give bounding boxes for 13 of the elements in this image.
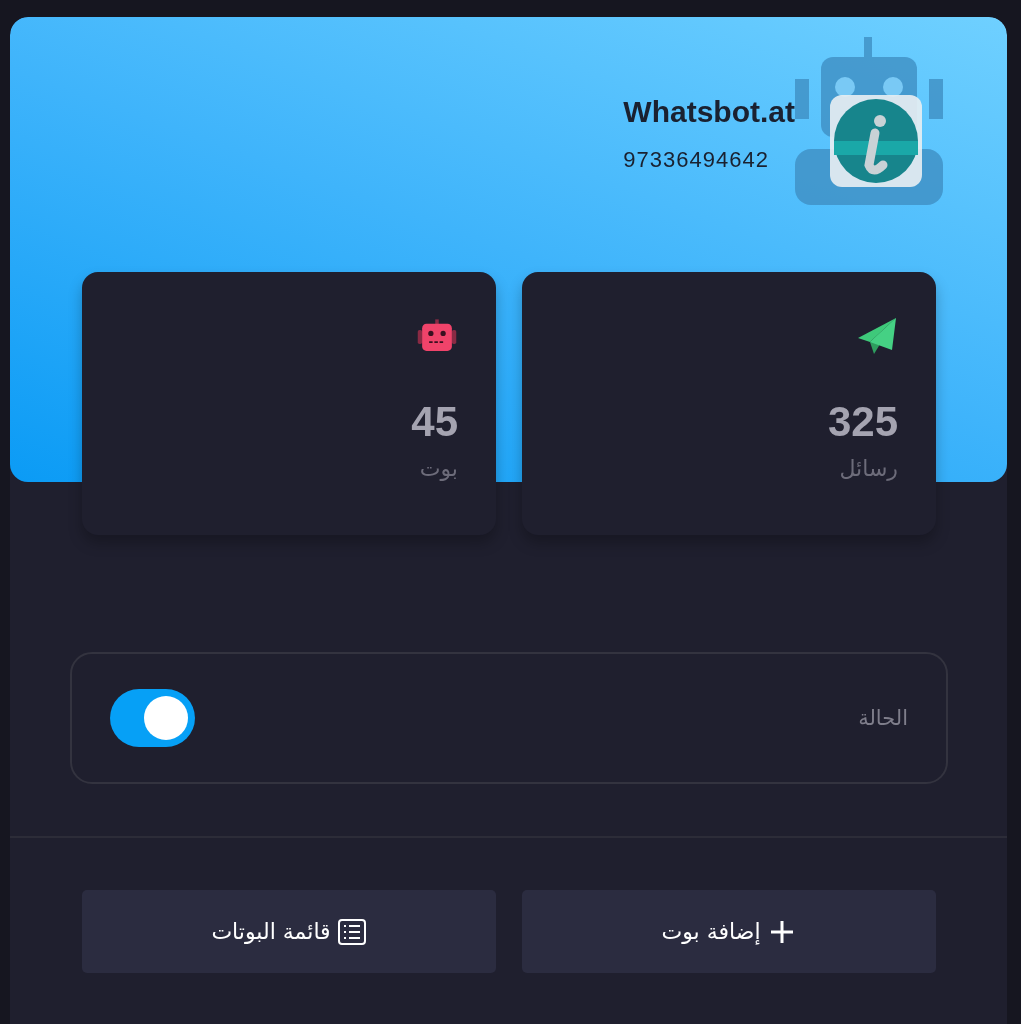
stat-value: 325 bbox=[827, 398, 898, 446]
status-label: الحالة bbox=[858, 706, 908, 730]
paper-plane-icon bbox=[856, 316, 898, 356]
bot-list-button[interactable]: قائمة البوتات bbox=[82, 890, 496, 973]
avatar-icon bbox=[795, 37, 943, 205]
status-toggle[interactable] bbox=[110, 689, 195, 747]
account-name: Whatsbot.at bbox=[623, 95, 795, 129]
phone-number: 97336494642 bbox=[623, 147, 769, 173]
stat-value: 45 bbox=[411, 398, 458, 446]
stat-label: بوت bbox=[419, 456, 458, 481]
stat-label: رسائل bbox=[839, 456, 898, 481]
add-bot-button[interactable]: إضافة بوت bbox=[522, 890, 936, 973]
list-icon bbox=[336, 916, 367, 947]
